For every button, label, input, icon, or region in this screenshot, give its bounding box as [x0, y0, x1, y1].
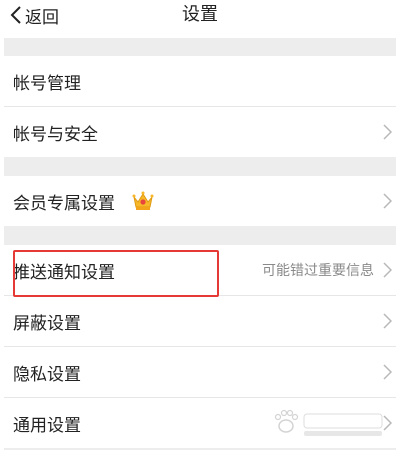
- chevron-right-icon: [383, 364, 392, 380]
- crown-icon: [132, 191, 154, 210]
- account-security-row[interactable]: 帐号与安全: [4, 107, 396, 157]
- row-label: 帐号管理: [13, 73, 81, 94]
- account-management-row[interactable]: 帐号管理: [4, 56, 396, 155]
- push-notification-row[interactable]: 推送通知设置 可能错过重要信息: [4, 245, 396, 295]
- block-settings-row[interactable]: 屏蔽设置: [4, 296, 396, 346]
- row-label: 推送通知设置: [13, 262, 115, 283]
- row-label: 隐私设置: [13, 364, 81, 385]
- row-label: 会员专属设置: [13, 193, 115, 214]
- chevron-right-icon: [383, 313, 392, 329]
- vip-settings-row[interactable]: 会员专属设置: [4, 176, 396, 226]
- row-label: 屏蔽设置: [13, 313, 81, 334]
- watermark-paw-icon: [274, 409, 383, 436]
- chevron-right-icon: [383, 124, 392, 140]
- nav-bar: 返回 设置: [4, 0, 396, 38]
- page-title: 设置: [182, 4, 218, 25]
- chevron-left-icon: [10, 6, 21, 24]
- back-button[interactable]: 返回: [10, 2, 59, 28]
- row-hint: 可能错过重要信息: [262, 263, 374, 279]
- row-label: 通用设置: [13, 415, 81, 436]
- row-label: 帐号与安全: [13, 124, 98, 145]
- chevron-right-icon: [383, 193, 392, 209]
- chevron-right-icon: [383, 262, 392, 278]
- privacy-settings-row[interactable]: 隐私设置: [4, 347, 396, 397]
- settings-screen: 返回 设置 帐号管理 帐号与安全 会员专属设置 推送通知设置 可能错过重要信息 …: [4, 0, 396, 450]
- back-label: 返回: [25, 7, 59, 28]
